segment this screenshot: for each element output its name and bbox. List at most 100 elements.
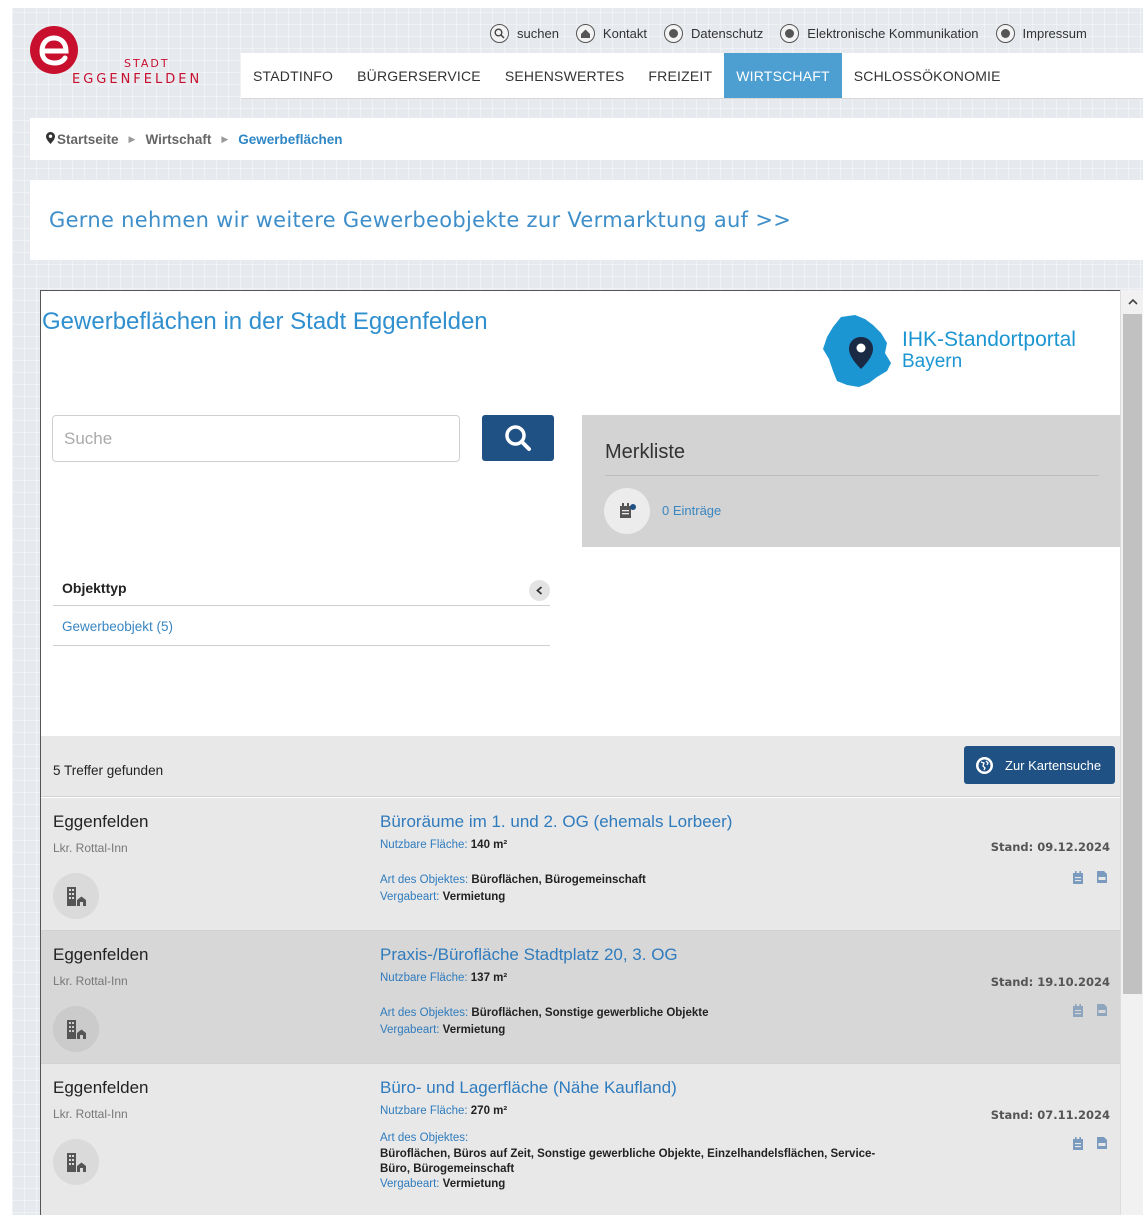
info-icon — [664, 23, 684, 43]
breadcrumb-wirtschaft[interactable]: Wirtschaft — [145, 132, 211, 147]
breadcrumb-current: Gewerbeflächen — [238, 131, 343, 147]
add-to-list-icon[interactable] — [1071, 1003, 1085, 1017]
search-input[interactable] — [52, 415, 460, 462]
building-icon — [53, 1139, 99, 1185]
pdf-icon[interactable] — [1095, 1136, 1109, 1150]
site-logo[interactable]: STADT EGGENFELDEN — [26, 22, 226, 102]
result-row[interactable]: Eggenfelden Lkr. Rottal-Inn Büro- und La… — [41, 1064, 1121, 1215]
result-vergabe: Vergabeart: Vermietung — [380, 891, 506, 903]
merkliste-panel: Merkliste 0 Einträge — [582, 415, 1143, 547]
utility-privacy-link[interactable]: Datenschutz — [664, 23, 764, 43]
bookmark-list-icon — [604, 488, 650, 534]
result-area: Nutzbare Fläche: 137 m² — [380, 972, 508, 984]
map-button-label: Zur Kartensuche — [1005, 757, 1102, 773]
merkliste-title: Merkliste — [605, 441, 686, 463]
chevron-right-icon: ▶ — [221, 133, 229, 144]
location-pin-icon — [46, 131, 55, 147]
result-date: Stand: 19.10.2024 — [990, 975, 1110, 989]
divider — [605, 475, 1099, 476]
utility-label: Elektronische Kommunikation — [807, 25, 979, 41]
utility-links: suchen Kontakt Datenschutz Elektronische… — [490, 22, 1104, 44]
facet-title: Objekttyp — [62, 580, 127, 596]
result-date: Stand: 07.11.2024 — [990, 1108, 1110, 1122]
result-area: Nutzbare Fläche: 140 m² — [380, 839, 508, 851]
add-to-list-icon[interactable] — [1071, 1136, 1085, 1150]
chevron-left-icon[interactable] — [529, 580, 550, 601]
pdf-icon[interactable] — [1095, 1003, 1109, 1017]
result-date: Stand: 09.12.2024 — [990, 840, 1110, 854]
top-strip — [0, 0, 1143, 8]
result-type: Art des Objektes: Büroflächen, Sonstige … — [380, 1007, 709, 1019]
bavaria-map-icon — [823, 315, 891, 387]
result-district: Lkr. Rottal-Inn — [53, 974, 128, 988]
ihk-logo[interactable]: IHK-Standortportal Bayern — [821, 311, 1091, 391]
result-city: Eggenfelden — [53, 1078, 149, 1097]
info-icon — [780, 23, 800, 43]
facet-objekttyp-header[interactable]: Objekttyp — [53, 574, 550, 606]
nav-freizeit[interactable]: FREIZEIT — [636, 53, 724, 98]
chevron-right-icon: ▶ — [128, 133, 136, 144]
merkliste-count-link[interactable]: 0 Einträge — [662, 503, 721, 518]
result-tools — [1071, 1003, 1109, 1017]
utility-label: Datenschutz — [691, 25, 764, 41]
home-icon — [575, 23, 595, 43]
utility-label: suchen — [517, 25, 559, 41]
chevron-up-icon[interactable] — [1121, 290, 1143, 312]
results-header: 5 Treffer gefunden Zur Kartensuche — [41, 736, 1121, 797]
search-icon — [505, 425, 531, 451]
result-district: Lkr. Rottal-Inn — [53, 841, 128, 855]
utility-search-link[interactable]: suchen — [490, 23, 559, 43]
result-type-values: Büroflächen, Büros auf Zeit, Sonstige ge… — [380, 1148, 876, 1160]
logo-e-icon — [30, 26, 78, 74]
pdf-icon[interactable] — [1095, 870, 1109, 884]
result-area: Nutzbare Fläche: 270 m² — [380, 1105, 508, 1117]
result-tools — [1071, 1136, 1109, 1150]
nav-schlossoekonomie[interactable]: SCHLOSSÖKONOMIE — [842, 53, 1013, 98]
building-icon — [53, 873, 99, 919]
utility-contact-link[interactable]: Kontakt — [575, 23, 648, 43]
utility-imprint-link[interactable]: Impressum — [995, 23, 1087, 43]
logo-city-name: EGGENFELDEN — [72, 72, 203, 87]
frame-scrollbar[interactable] — [1120, 290, 1143, 1215]
breadcrumb-home[interactable]: Startseite — [57, 132, 119, 147]
result-tools — [1071, 870, 1109, 884]
result-city: Eggenfelden — [53, 945, 149, 964]
ihk-subtitle: Bayern — [902, 351, 963, 372]
result-title-link[interactable]: Büroräume im 1. und 2. OG (ehemals Lorbe… — [380, 812, 732, 832]
result-type: Art des Objektes: Büroflächen, Bürogemei… — [380, 874, 646, 886]
nav-wirtschaft[interactable]: WIRTSCHAFT — [724, 53, 842, 98]
globe-icon — [976, 756, 993, 774]
utility-ecomm-link[interactable]: Elektronische Kommunikation — [780, 23, 979, 43]
result-row[interactable]: Eggenfelden Lkr. Rottal-Inn Büroräume im… — [41, 798, 1121, 931]
logo-stadt-text: STADT — [124, 57, 170, 70]
portal-frame: Gewerbeflächen in der Stadt Eggenfelden … — [40, 290, 1143, 1215]
nav-buergerservice[interactable]: BÜRGERSERVICE — [345, 53, 493, 98]
scrollbar-thumb[interactable] — [1123, 314, 1142, 994]
info-icon — [995, 23, 1015, 43]
result-type: Art des Objektes: — [380, 1132, 469, 1144]
nav-sehenswertes[interactable]: SEHENSWERTES — [493, 53, 637, 98]
result-type-values-cont: Büro, Bürogemeinschaft — [380, 1163, 515, 1175]
building-icon — [53, 1006, 99, 1052]
utility-label: Impressum — [1022, 25, 1087, 41]
result-vergabe: Vergabeart: Vermietung — [380, 1178, 506, 1190]
results-count: 5 Treffer gefunden — [53, 763, 164, 778]
result-row[interactable]: Eggenfelden Lkr. Rottal-Inn Praxis-/Büro… — [41, 931, 1121, 1064]
breadcrumb: Startseite ▶ Wirtschaft ▶ Gewerbeflächen — [30, 118, 1143, 160]
promo-link[interactable]: Gerne nehmen wir weitere Gewerbeobjekte … — [30, 180, 1143, 260]
search-button[interactable] — [482, 415, 554, 461]
ihk-title: IHK-Standortportal — [902, 328, 1076, 351]
utility-label: Kontakt — [602, 25, 648, 41]
map-search-button[interactable]: Zur Kartensuche — [964, 746, 1115, 784]
main-nav: STADTINFO BÜRGERSERVICE SEHENSWERTES FRE… — [241, 53, 1143, 99]
left-border — [0, 0, 12, 1215]
search-icon — [490, 23, 509, 43]
nav-stadtinfo[interactable]: STADTINFO — [241, 53, 345, 98]
add-to-list-icon[interactable] — [1071, 870, 1085, 884]
result-title-link[interactable]: Büro- und Lagerfläche (Nähe Kaufland) — [380, 1078, 677, 1098]
page-title: Gewerbeflächen in der Stadt Eggenfelden — [42, 308, 488, 335]
result-title-link[interactable]: Praxis-/Bürofläche Stadtplatz 20, 3. OG — [380, 945, 678, 965]
result-district: Lkr. Rottal-Inn — [53, 1107, 128, 1121]
facet-item-gewerbeobjekt[interactable]: Gewerbeobjekt (5) — [53, 611, 550, 646]
result-vergabe: Vergabeart: Vermietung — [380, 1024, 506, 1036]
